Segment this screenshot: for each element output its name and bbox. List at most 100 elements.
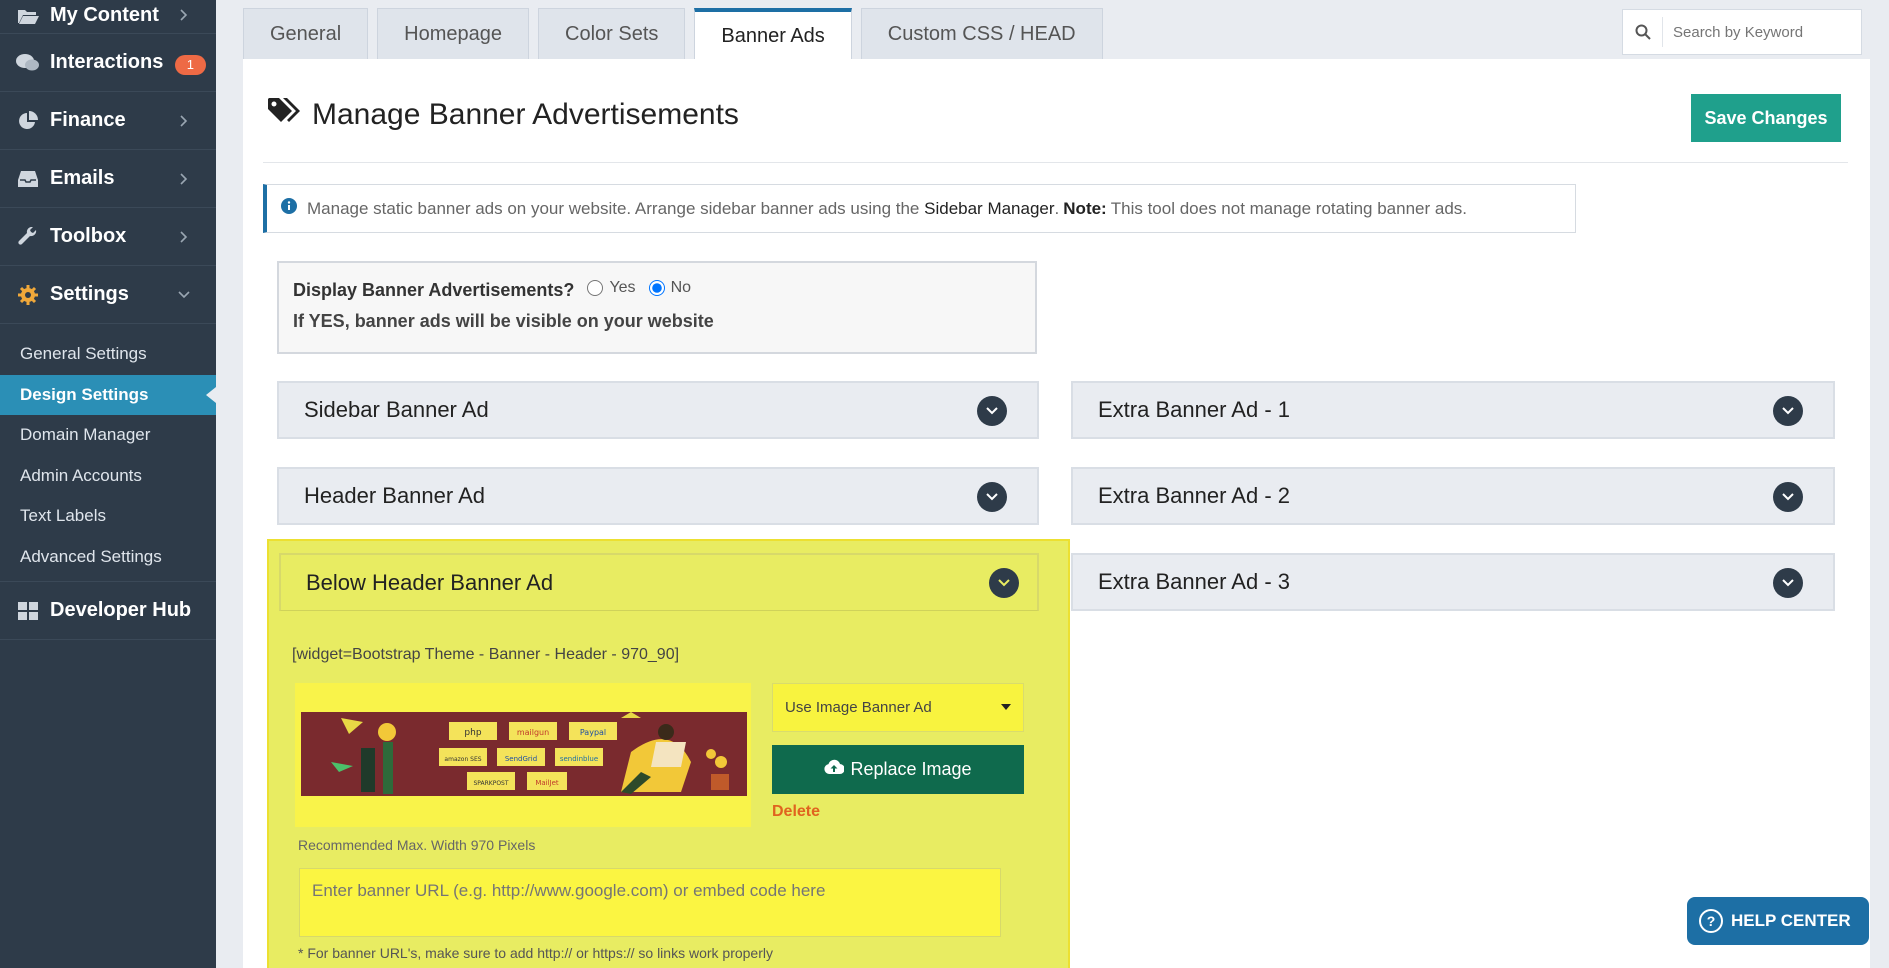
accordion-title: Header Banner Ad [304,483,486,508]
tab-color-sets[interactable]: Color Sets [538,8,686,59]
banner-logo: sendinblue [560,755,598,763]
divider [263,162,1848,163]
banner-logo: amazon SES [444,756,481,763]
chevron-down-icon[interactable] [1773,568,1803,598]
chevron-down-icon[interactable] [989,568,1019,598]
tab-custom-css-head[interactable]: Custom CSS / HEAD [860,8,1103,59]
sidebar-subitem-advanced-settings[interactable]: Advanced Settings [0,537,216,578]
banner-image: php mailgun Paypal amazon SES SendGrid s… [301,712,747,796]
sidebar-item-emails[interactable]: Emails [0,150,216,208]
radio-yes-input[interactable] [587,280,604,296]
accordion-extra-banner-ad-1[interactable]: Extra Banner Ad - 1 [1071,381,1835,439]
sidebar-item-my-content[interactable]: My Content [0,0,216,34]
cloud-upload-icon [824,759,846,780]
info-period: . [1054,198,1060,218]
banner-logo: SPARKPOST [473,780,508,787]
tags-icon [268,97,300,133]
accordion-title: Below Header Banner Ad [306,569,554,595]
comments-icon [16,51,40,75]
page-title: Manage Banner Advertisements [268,97,739,133]
sidebar-subitem-design-settings[interactable]: Design Settings [0,374,216,415]
sidebar-item-label: My Content [50,4,159,26]
tab-banner-ads[interactable]: Banner Ads [694,8,852,60]
sidebar-subitem-text-labels[interactable]: Text Labels [0,496,216,537]
banner-url-input[interactable] [299,868,1001,937]
chevron-down-icon [174,285,194,305]
radio-no[interactable]: No [648,279,692,297]
radio-yes[interactable]: Yes [587,279,636,297]
wrench-icon [16,225,40,249]
sidebar-item-interactions[interactable]: Interactions 1 [0,34,216,92]
accordion-title: Sidebar Banner Ad [304,397,489,422]
banner-logo: mailgun [517,728,549,737]
accordion-sidebar-banner-ad[interactable]: Sidebar Banner Ad [277,381,1039,439]
accordion-title: Extra Banner Ad - 2 [1098,483,1290,508]
info-text: Manage static banner ads on your website… [307,198,920,218]
sidebar-item-finance[interactable]: Finance [0,92,216,150]
question-circle-icon: ? [1699,909,1723,933]
info-note-text: This tool does not manage rotating banne… [1110,198,1468,218]
banner-logo: SendGrid [505,755,537,763]
replace-image-button[interactable]: Replace Image [772,745,1024,794]
caret-down-icon [1001,704,1011,710]
radio-no-label: No [670,279,692,296]
folder-open-icon [16,4,40,28]
page-title-text: Manage Banner Advertisements [312,98,739,131]
accordion-extra-banner-ad-2[interactable]: Extra Banner Ad - 2 [1071,467,1835,525]
tab-homepage[interactable]: Homepage [377,8,529,59]
display-banner-ads-box: Display Banner Advertisements? Yes No If… [277,261,1037,354]
chevron-down-icon[interactable] [1773,482,1803,512]
gear-icon [16,283,40,307]
search-input[interactable] [1663,23,1853,41]
sidebar-item-label: Settings [50,283,129,305]
sidebar-subitem-admin-accounts[interactable]: Admin Accounts [0,456,216,497]
accordion-header-banner-ad[interactable]: Header Banner Ad [277,467,1039,525]
accordion-below-header-banner-ad[interactable]: Below Header Banner Ad [279,553,1039,611]
sidebar-item-settings[interactable]: Settings [0,266,216,324]
chevron-down-icon[interactable] [977,396,1007,426]
chevron-right-icon [174,227,194,247]
info-icon [281,198,297,219]
sidebar-manager-link[interactable]: Sidebar Manager [924,199,1054,219]
help-center-button[interactable]: ? HELP CENTER [1687,897,1869,945]
accordion-extra-banner-ad-3[interactable]: Extra Banner Ad - 3 [1071,553,1835,611]
sidebar-item-developer-hub[interactable]: Developer Hub [0,582,216,640]
banner-type-select[interactable]: Use Image Banner Ad [772,683,1024,732]
radio-no-input[interactable] [648,280,665,296]
banner-logo: Paypal [580,728,606,737]
chevron-right-icon [174,111,194,131]
below-header-banner-section: Below Header Banner Ad [widget=Bootstrap… [267,539,1070,968]
chevron-right-icon [174,169,194,189]
chevron-down-icon[interactable] [1773,396,1803,426]
notification-badge: 1 [174,55,206,75]
radio-yes-label: Yes [609,279,636,296]
save-changes-button[interactable]: Save Changes [1691,94,1841,142]
chevron-right-icon [174,5,194,25]
sidebar-subitem-general-settings[interactable]: General Settings [0,334,216,375]
info-alert: Manage static banner ads on your website… [263,184,1576,233]
display-hint: If YES, banner ads will be visible on yo… [293,311,714,331]
banner-logo: php [464,728,481,738]
sidebar: My Content Interactions 1 Finance Emails… [0,0,216,968]
sidebar-item-label: Interactions [50,51,164,73]
delete-link[interactable]: Delete [772,803,820,821]
sidebar-item-label: Emails [50,167,115,189]
sidebar-item-toolbox[interactable]: Toolbox [0,208,216,266]
pie-chart-icon [16,109,40,133]
widget-shortcode: [widget=Bootstrap Theme - Banner - Heade… [292,646,680,663]
banner-logo: MailJet [535,779,559,787]
replace-image-label: Replace Image [850,759,972,779]
display-question: Display Banner Advertisements? [293,280,575,300]
accordion-title: Extra Banner Ad - 1 [1098,397,1290,422]
search-box [1622,9,1862,55]
recommended-width-text: Recommended Max. Width 970 Pixels [298,837,536,853]
sidebar-item-label: Finance [50,109,126,131]
tab-general[interactable]: General [243,8,369,59]
search-icon [1623,17,1663,47]
note-label: Note: [1063,198,1107,218]
inbox-icon [16,167,40,191]
sidebar-subitem-domain-manager[interactable]: Domain Manager [0,415,216,456]
chevron-down-icon[interactable] [977,482,1007,512]
main-panel: Manage Banner Advertisements Save Change… [243,59,1870,968]
grid-icon [16,599,40,623]
